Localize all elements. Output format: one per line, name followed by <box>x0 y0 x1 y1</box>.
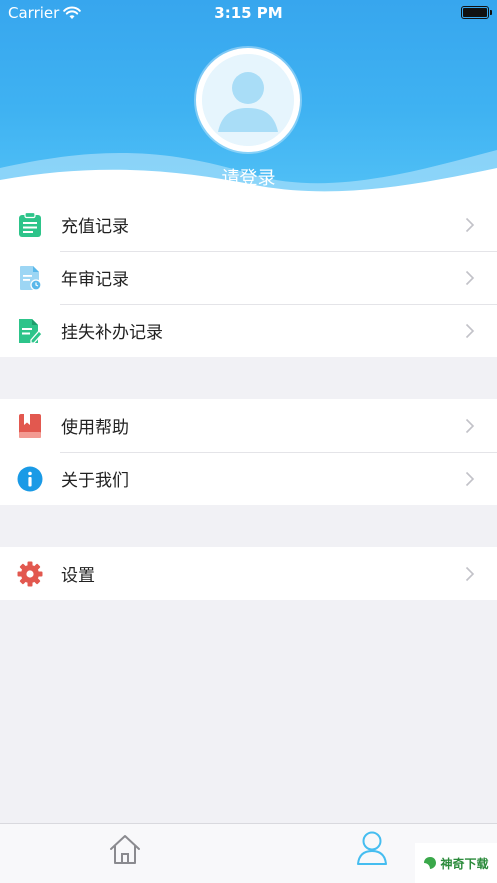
edit-document-icon <box>16 317 44 345</box>
menu-group-settings: 设置 <box>0 547 497 600</box>
menu-item-label: 充值记录 <box>61 217 129 237</box>
menu-group-records: 充值记录 年审记录 挂失补办记录 <box>0 198 497 357</box>
avatar[interactable] <box>196 48 300 152</box>
tab-bar: 神奇下载 <box>0 823 497 883</box>
menu-item-annual-review-records[interactable]: 年审记录 <box>0 251 497 304</box>
menu-item-label: 关于我们 <box>61 471 129 491</box>
user-avatar-icon <box>202 54 294 146</box>
battery-icon <box>461 6 492 19</box>
menu-item-loss-reissue-records[interactable]: 挂失补办记录 <box>0 304 497 357</box>
document-icon <box>16 264 44 292</box>
watermark-text: 神奇下载 <box>440 856 489 871</box>
book-icon <box>16 412 44 440</box>
menu-item-settings[interactable]: 设置 <box>0 547 497 600</box>
chevron-right-icon <box>465 270 475 286</box>
menu-item-label: 设置 <box>61 566 95 586</box>
menu-item-help[interactable]: 使用帮助 <box>0 399 497 452</box>
chevron-right-icon <box>465 323 475 339</box>
leaf-logo-icon <box>424 857 437 869</box>
watermark: 神奇下载 <box>415 843 497 883</box>
chevron-right-icon <box>465 566 475 582</box>
menu-item-about-us[interactable]: 关于我们 <box>0 452 497 505</box>
menu-item-recharge-records[interactable]: 充值记录 <box>0 198 497 251</box>
menu-group-info: 使用帮助 关于我们 <box>0 399 497 505</box>
status-bar: Carrier 3:15 PM <box>0 0 497 26</box>
clipboard-icon <box>16 211 44 239</box>
gear-icon <box>16 560 44 588</box>
status-time: 3:15 PM <box>214 4 283 22</box>
info-icon <box>16 465 44 493</box>
person-icon[interactable] <box>356 830 388 866</box>
menu-item-label: 挂失补办记录 <box>61 323 163 343</box>
menu-item-label: 年审记录 <box>61 270 129 290</box>
chevron-right-icon <box>465 418 475 434</box>
home-icon[interactable] <box>108 832 142 866</box>
menu-item-label: 使用帮助 <box>61 418 129 438</box>
chevron-right-icon <box>465 471 475 487</box>
login-label[interactable]: 请登录 <box>0 164 497 190</box>
chevron-right-icon <box>465 217 475 233</box>
